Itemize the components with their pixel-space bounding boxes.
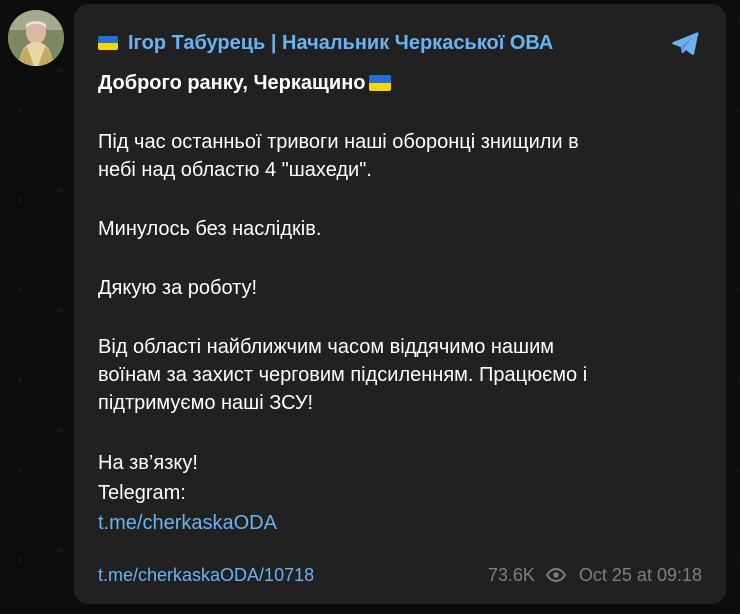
- message-paragraph: Під час останньої тривоги наші оборонці …: [98, 128, 702, 184]
- ukraine-flag-icon: [98, 36, 118, 50]
- post-link[interactable]: t.me/cherkaskaODA/10718: [98, 564, 314, 586]
- view-count: 73.6K: [487, 565, 535, 585]
- message-line: Під час останньої тривоги наші оборонці …: [98, 131, 579, 153]
- signoff-line: На зв’язку!: [98, 452, 198, 474]
- signoff-line: Telegram:: [98, 482, 186, 504]
- message-footer: t.me/cherkaskaODA/10718 73.6K Oct 25 at …: [98, 564, 702, 586]
- greeting-text: Доброго ранку, Черкащино: [98, 72, 366, 94]
- post-timestamp: Oct 25 at 09:18: [578, 565, 702, 585]
- message-line: підтримуємо наші ЗСУ!: [98, 392, 314, 414]
- channel-name-label: Ігор Табурець | Начальник Черкаської ОВА: [128, 32, 554, 54]
- message-line: Від області найближчим часом віддячимо н…: [98, 336, 555, 358]
- channel-name[interactable]: Ігор Табурець | Начальник Черкаської ОВА: [98, 31, 553, 55]
- message-line: Минулось без наслідків.: [98, 218, 322, 240]
- message-line: Дякую за роботу!: [98, 277, 258, 299]
- message-paragraph: Від області найближчим часом віддячимо н…: [98, 333, 702, 417]
- message-signoff: На зв’язку! Telegram: t.me/cherkaskaODA: [98, 448, 702, 538]
- message-paragraph: Минулось без наслідків.: [98, 215, 702, 243]
- ukraine-flag-icon: [368, 75, 391, 91]
- message-line: воїнам за захист черговим підсиленням. П…: [98, 364, 588, 386]
- message-paragraph: Дякую за роботу!: [98, 274, 702, 302]
- message-meta: 73.6K Oct 25 at 09:18: [488, 564, 702, 586]
- message-line: небі над областю 4 "шахеди".: [98, 159, 372, 181]
- greeting-line: Доброго ранку, Черкащино: [98, 70, 702, 96]
- message-header: Ігор Табурець | Начальник Черкаської ОВА: [98, 28, 702, 58]
- channel-avatar[interactable]: [8, 10, 64, 66]
- eye-icon: [545, 564, 567, 586]
- message-bubble: Ігор Табурець | Начальник Черкаської ОВА…: [74, 4, 726, 604]
- message-body: Під час останньої тривоги наші оборонці …: [98, 128, 702, 417]
- telegram-channel-link[interactable]: t.me/cherkaskaODA: [98, 512, 277, 534]
- share-icon[interactable]: [668, 26, 702, 60]
